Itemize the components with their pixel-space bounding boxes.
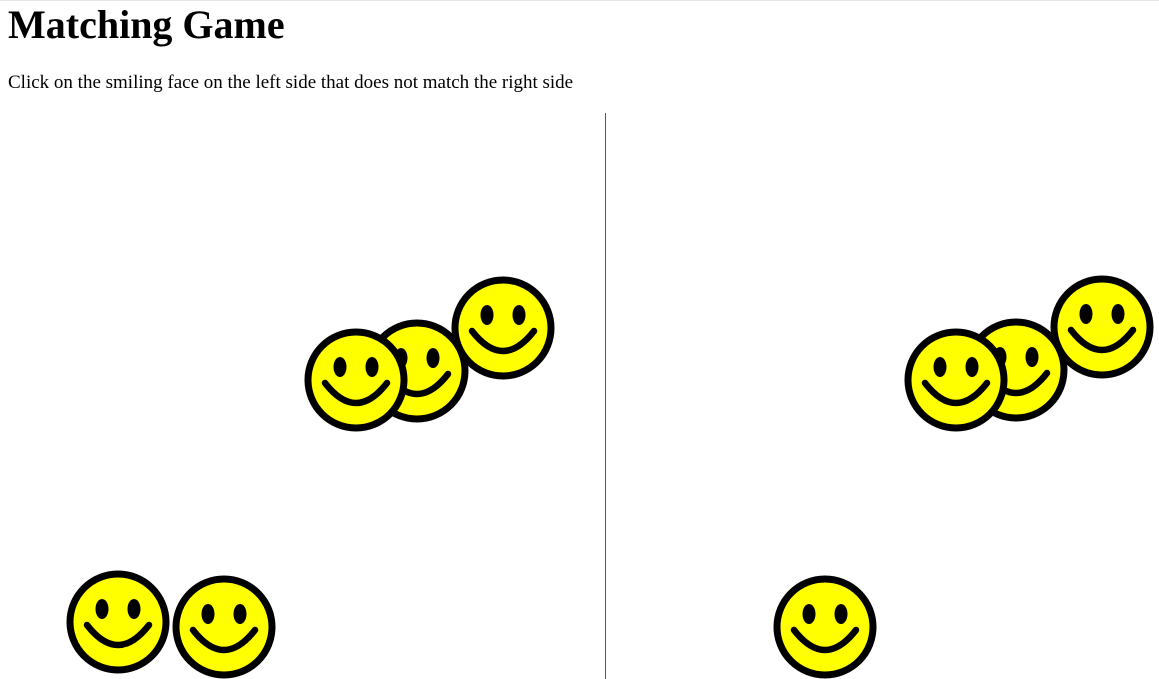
smiley-face-icon [772,574,878,679]
smiley-face-icon[interactable] [65,569,171,675]
smiley-face-icon [903,327,1009,433]
page-title: Matching Game [8,2,285,47]
instructions-text: Click on the smiling face on the left si… [8,72,574,93]
right-side-panel [605,113,1159,679]
top-border [0,0,1159,1]
smiley-face-icon[interactable] [303,327,409,433]
left-side-panel [5,113,605,679]
smiley-face-icon[interactable] [171,574,277,679]
